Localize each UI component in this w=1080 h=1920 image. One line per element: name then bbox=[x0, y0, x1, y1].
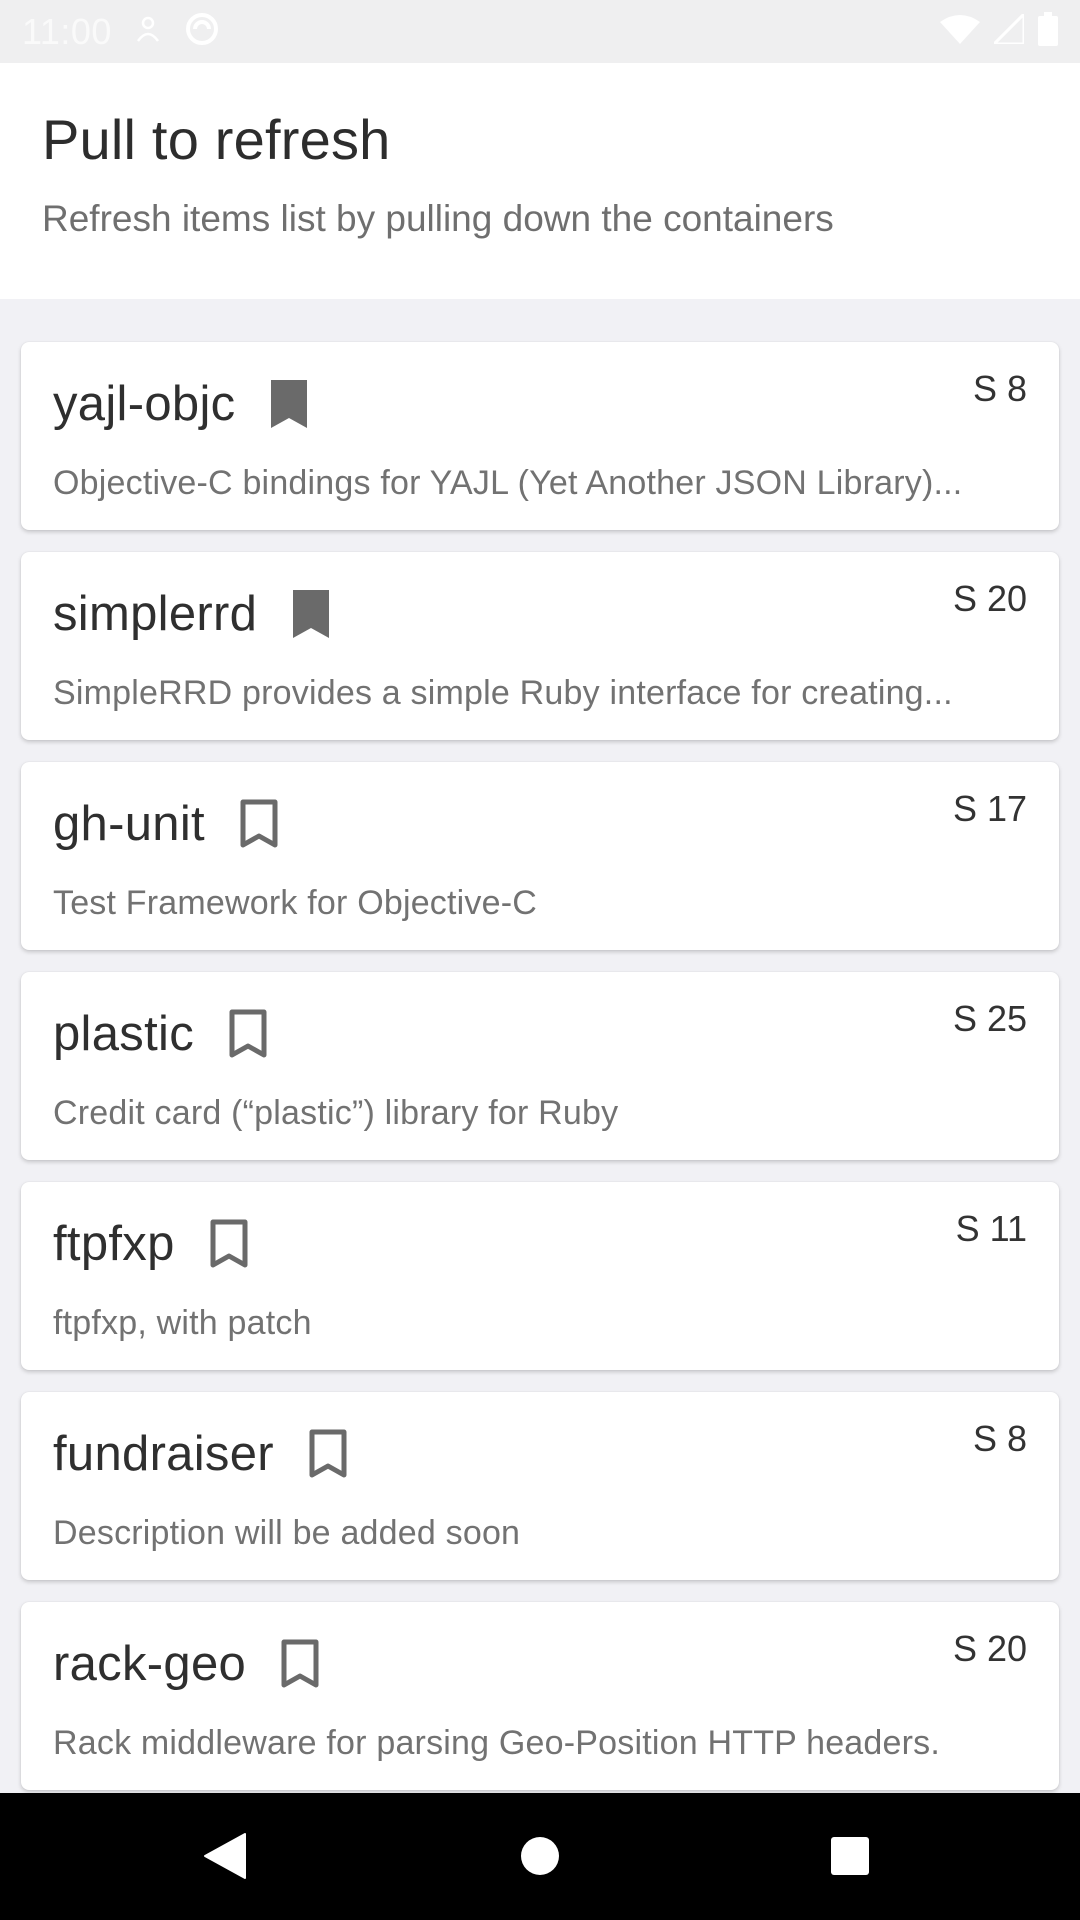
bookmark-outline-icon[interactable] bbox=[306, 1428, 350, 1480]
list-item[interactable]: plastic S 25 Credit card (“plastic”) lib… bbox=[21, 972, 1059, 1160]
refresh-list[interactable]: yajl-objc S 8 Objective-C bindings for Y… bbox=[21, 342, 1059, 1812]
bookmark-outline-icon[interactable] bbox=[237, 798, 281, 850]
item-title: yajl-objc bbox=[53, 377, 236, 431]
item-title: rack-geo bbox=[53, 1637, 247, 1691]
list-item[interactable]: simplerrd S 20 SimpleRRD provides a simp… bbox=[21, 552, 1059, 740]
list-item[interactable]: ftpfxp S 11 ftpfxp, with patch bbox=[21, 1182, 1059, 1370]
sync-icon bbox=[184, 11, 220, 52]
item-description: SimpleRRD provides a simple Ruby interfa… bbox=[53, 674, 953, 712]
home-icon[interactable] bbox=[507, 1823, 573, 1889]
item-score: S 8 bbox=[972, 1418, 1027, 1459]
item-score: S 8 bbox=[972, 368, 1027, 409]
item-description: ftpfxp, with patch bbox=[53, 1304, 312, 1342]
page-header: Pull to refresh Refresh items list by pu… bbox=[0, 63, 1080, 299]
list-item[interactable]: fundraiser S 8 Description will be added… bbox=[21, 1392, 1059, 1580]
item-description: Objective-C bindings for YAJL (Yet Anoth… bbox=[53, 464, 963, 502]
page-subtitle: Refresh items list by pulling down the c… bbox=[42, 198, 834, 239]
status-time: 11:00 bbox=[22, 10, 112, 52]
item-description: Test Framework for Objective-C bbox=[53, 884, 537, 922]
wifi-icon bbox=[940, 14, 980, 49]
list-item[interactable]: gh-unit S 17 Test Framework for Objectiv… bbox=[21, 762, 1059, 950]
bookmark-filled-icon[interactable] bbox=[267, 378, 311, 430]
battery-icon bbox=[1038, 12, 1058, 51]
item-description: Rack middleware for parsing Geo-Position… bbox=[53, 1724, 940, 1762]
bookmark-outline-icon[interactable] bbox=[207, 1218, 251, 1270]
list-item[interactable]: rack-geo S 20 Rack middleware for parsin… bbox=[21, 1602, 1059, 1790]
item-description: Credit card (“plastic”) library for Ruby bbox=[53, 1094, 619, 1132]
item-title: simplerrd bbox=[53, 587, 258, 641]
signal-icon bbox=[990, 10, 1026, 49]
bookmark-outline-icon[interactable] bbox=[278, 1638, 322, 1690]
item-title: fundraiser bbox=[53, 1427, 274, 1481]
status-bar: 11:00 bbox=[0, 0, 1080, 63]
list-item[interactable]: yajl-objc S 8 Objective-C bindings for Y… bbox=[21, 342, 1059, 530]
item-score: S 20 bbox=[952, 1628, 1027, 1669]
item-score: S 17 bbox=[952, 788, 1027, 829]
item-score: S 25 bbox=[952, 998, 1027, 1039]
bookmark-outline-icon[interactable] bbox=[226, 1008, 270, 1060]
bookmark-filled-icon[interactable] bbox=[289, 588, 333, 640]
item-score: S 20 bbox=[952, 578, 1027, 619]
item-title: gh-unit bbox=[53, 797, 205, 851]
item-title: ftpfxp bbox=[53, 1217, 175, 1271]
recents-icon[interactable] bbox=[817, 1823, 883, 1889]
back-icon[interactable] bbox=[192, 1823, 258, 1889]
item-score: S 11 bbox=[955, 1208, 1027, 1249]
page-title: Pull to refresh bbox=[42, 108, 391, 171]
item-description: Description will be added soon bbox=[53, 1514, 521, 1552]
person-icon bbox=[134, 15, 162, 48]
item-title: plastic bbox=[53, 1007, 194, 1061]
navigation-bar bbox=[0, 1793, 1080, 1920]
